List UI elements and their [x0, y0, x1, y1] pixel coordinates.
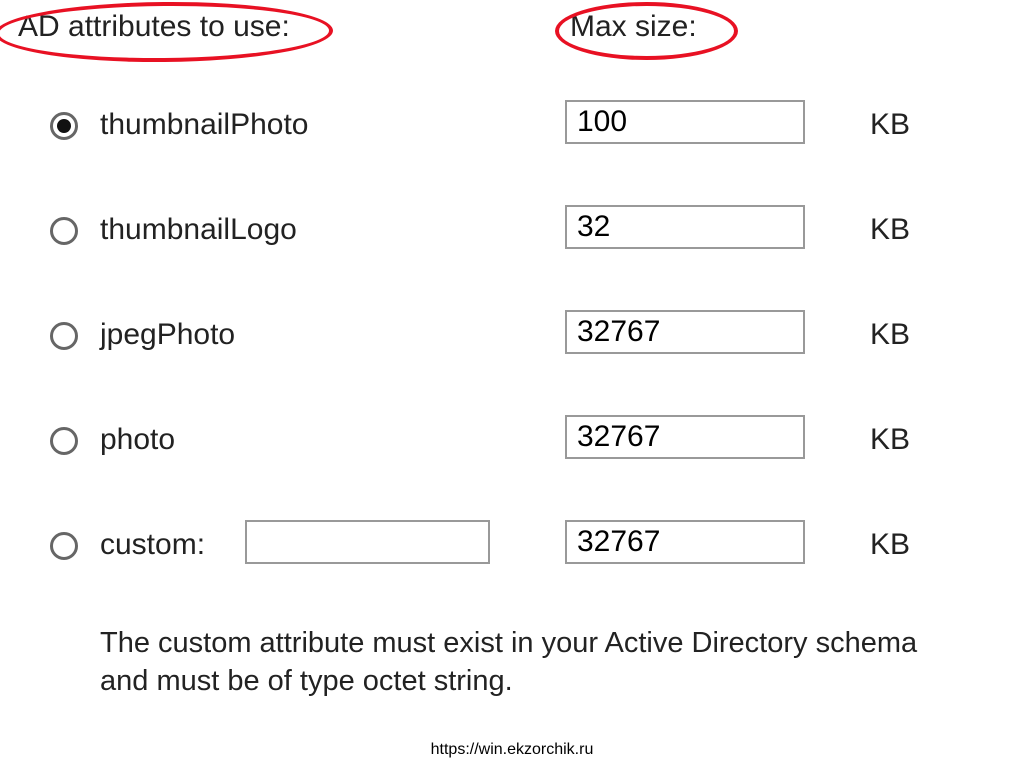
attribute-radio[interactable]	[50, 427, 78, 455]
attribute-row: thumbnailLogo KB	[0, 205, 1024, 310]
attribute-row: photo KB	[0, 415, 1024, 520]
maxsize-input[interactable]	[565, 520, 805, 564]
attribute-radio[interactable]	[50, 217, 78, 245]
maxsize-input[interactable]	[565, 310, 805, 354]
unit-label: KB	[870, 318, 910, 352]
maxsize-input[interactable]	[565, 100, 805, 144]
attribute-label: thumbnailLogo	[100, 213, 297, 247]
maxsize-input[interactable]	[565, 415, 805, 459]
custom-attribute-note: The custom attribute must exist in your …	[100, 625, 964, 700]
attribute-row: thumbnailPhoto KB	[0, 100, 1024, 205]
attribute-label: thumbnailPhoto	[100, 108, 308, 142]
footer-source-url: https://win.ekzorchik.ru	[0, 741, 1024, 759]
attribute-radio[interactable]	[50, 532, 78, 560]
custom-attribute-input[interactable]	[245, 520, 490, 564]
maxsize-header-label: Max size:	[570, 10, 697, 44]
attribute-label: jpegPhoto	[100, 318, 235, 352]
attribute-row: custom: KB	[0, 520, 1024, 625]
attribute-radio[interactable]	[50, 112, 78, 140]
attribute-row: jpegPhoto KB	[0, 310, 1024, 415]
attributes-header-label: AD attributes to use:	[18, 10, 290, 44]
attribute-label: custom:	[100, 528, 205, 562]
maxsize-input[interactable]	[565, 205, 805, 249]
unit-label: KB	[870, 108, 910, 142]
unit-label: KB	[870, 213, 910, 247]
unit-label: KB	[870, 528, 910, 562]
attribute-label: photo	[100, 423, 175, 457]
attribute-radio[interactable]	[50, 322, 78, 350]
unit-label: KB	[870, 423, 910, 457]
